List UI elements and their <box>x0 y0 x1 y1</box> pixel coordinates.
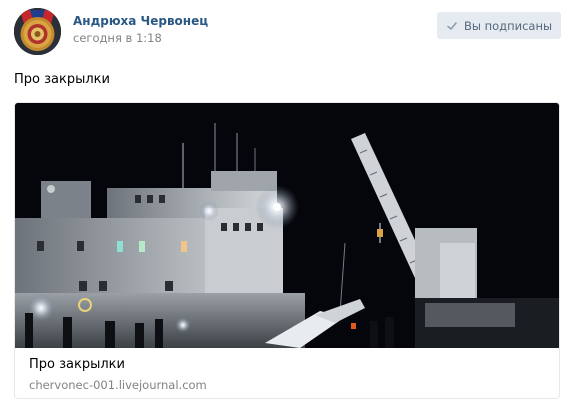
checkmark-icon <box>446 20 458 32</box>
subscribed-button-label: Вы подписаны <box>463 18 553 33</box>
subscribed-button[interactable]: Вы подписаны <box>437 12 561 39</box>
post-text: Про закрылки <box>14 72 110 87</box>
link-title[interactable]: Про закрылки <box>29 357 125 372</box>
author-name-link[interactable]: Андрюха Червонец <box>73 14 208 28</box>
ship-at-night-photo <box>15 103 559 348</box>
wall-post: Андрюха Червонец сегодня в 1:18 Вы подпи… <box>0 0 575 415</box>
author-avatar[interactable] <box>14 8 61 55</box>
post-timestamp[interactable]: сегодня в 1:18 <box>73 31 162 45</box>
medal-avatar-image <box>14 8 61 55</box>
link-preview-image <box>15 103 559 348</box>
link-domain: chervonec-001.livejournal.com <box>29 378 207 392</box>
link-attachment-card[interactable]: Про закрылки chervonec-001.livejournal.c… <box>14 102 560 399</box>
